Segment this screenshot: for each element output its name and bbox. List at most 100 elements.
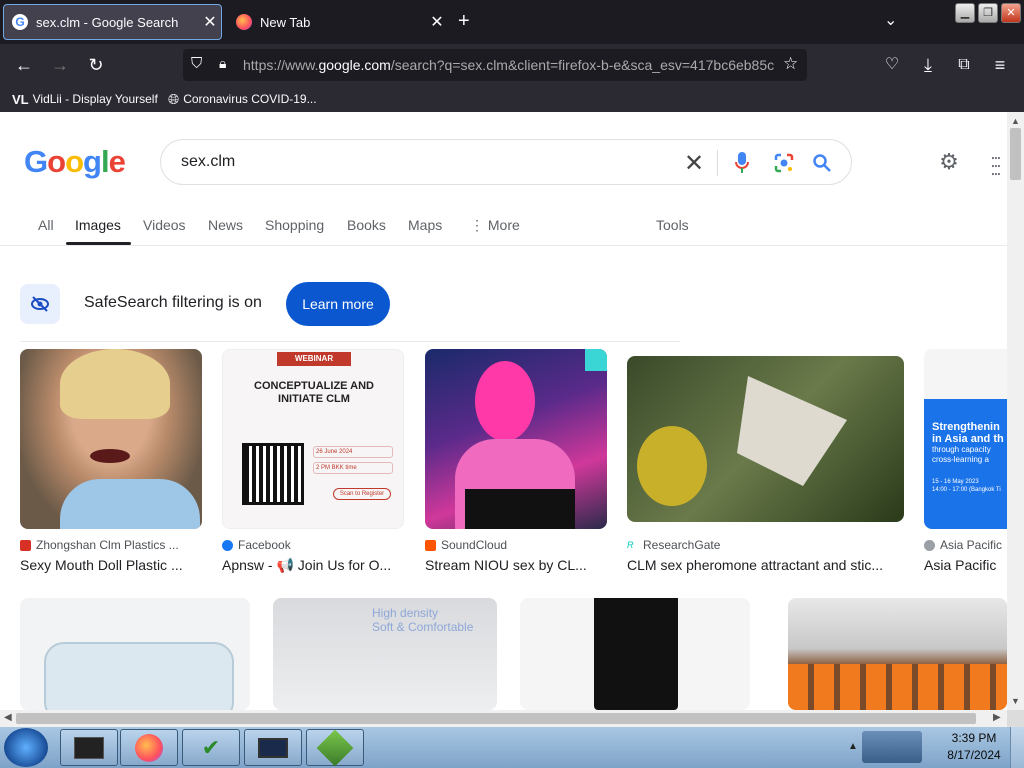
- active-tab-underline: [66, 242, 131, 245]
- voice-search-icon[interactable]: [727, 140, 757, 186]
- result-source: ResearchGate: [643, 538, 721, 552]
- bookmark-vidlii[interactable]: VL VidLii - Display Yourself: [12, 90, 158, 108]
- close-window-icon[interactable]: ✕: [1001, 3, 1021, 23]
- settings-gear-icon[interactable]: ⚙: [936, 149, 962, 175]
- safesearch-banner: SafeSearch filtering is on Learn more: [20, 282, 680, 342]
- forward-icon[interactable]: →: [48, 53, 72, 77]
- tab-title: New Tab: [260, 14, 311, 30]
- tray-network-icon[interactable]: [862, 731, 922, 763]
- bookmark-star-icon[interactable]: ☆: [779, 54, 799, 74]
- show-hidden-icons-icon[interactable]: ▲: [848, 741, 858, 752]
- webinar-heading: CONCEPTUALIZE AND INITIATE CLM: [254, 380, 374, 405]
- result-thumbnail[interactable]: [20, 349, 202, 529]
- lock-icon[interactable]: 🔒︎: [219, 55, 226, 72]
- bookmark-covid[interactable]: 🌐︎ Coronavirus COVID-19...: [168, 90, 317, 108]
- google-logo[interactable]: Google: [24, 144, 126, 180]
- tab-books[interactable]: Books: [347, 217, 386, 233]
- back-icon[interactable]: ←: [12, 53, 36, 77]
- list-tabs-icon[interactable]: ⌄: [884, 10, 897, 30]
- tab-videos[interactable]: Videos: [143, 217, 186, 233]
- scroll-right-icon[interactable]: ▶: [993, 712, 1001, 723]
- tab-more[interactable]: ⋮ More: [470, 217, 520, 234]
- result-thumbnail[interactable]: [594, 598, 678, 710]
- downloads-icon[interactable]: ⤓: [916, 53, 940, 77]
- close-tab-icon[interactable]: ✕: [199, 12, 221, 32]
- cube-icon: [316, 729, 354, 766]
- start-button-icon[interactable]: [4, 728, 48, 767]
- tab-maps[interactable]: Maps: [408, 217, 442, 233]
- image-result[interactable]: [20, 598, 250, 710]
- tab-images[interactable]: Images: [75, 217, 121, 233]
- result-caption[interactable]: Sexy Mouth Doll Plastic ...: [20, 557, 202, 573]
- shield-icon[interactable]: ⛉: [191, 55, 202, 72]
- navigation-toolbar: ← → ↻ ⛉ 🔒︎ https://www. google.com/search…: [0, 44, 1024, 86]
- result-thumbnail[interactable]: Strengthenin in Asia and th through capa…: [924, 349, 1007, 529]
- firefox-icon: [135, 733, 163, 762]
- result-caption[interactable]: CLM sex pheromone attractant and stic...: [627, 557, 904, 573]
- learn-more-button[interactable]: Learn more: [286, 282, 390, 326]
- safesearch-text: SafeSearch filtering is on: [84, 294, 262, 311]
- result-source: Facebook: [238, 538, 291, 552]
- search-type-tabs: All Images Videos News Shopping Books Ma…: [0, 208, 1007, 246]
- taskbar: ✔ ▲ 3:39 PM 8/17/2024: [0, 727, 1024, 768]
- horizontal-scroll-thumb[interactable]: [16, 713, 976, 724]
- tab-google-search[interactable]: G sex.clm - Google Search ✕: [3, 4, 222, 40]
- asia-line4: cross-learning a: [932, 455, 989, 464]
- close-tab-icon[interactable]: ✕: [426, 12, 448, 32]
- url-bar[interactable]: ⛉ 🔒︎ https://www. google.com/search?q=sex…: [183, 49, 807, 81]
- tab-news[interactable]: News: [208, 217, 243, 233]
- image-result[interactable]: [520, 598, 750, 710]
- image-result[interactable]: High density Soft & Comfortable: [273, 598, 497, 710]
- result-caption[interactable]: Apnsw - 📢 Join Us for O...: [222, 557, 404, 574]
- clock-date[interactable]: 8/17/2024: [944, 748, 1004, 762]
- menu-icon[interactable]: ≡: [988, 53, 1012, 77]
- new-tab-icon[interactable]: +: [458, 10, 470, 33]
- result-thumbnail[interactable]: [627, 356, 904, 522]
- reload-icon[interactable]: ↻: [84, 53, 108, 77]
- extensions-icon[interactable]: ⧉: [952, 53, 976, 77]
- tab-tools[interactable]: Tools: [656, 217, 689, 233]
- result-caption[interactable]: Asia Pacific: [924, 557, 1007, 573]
- tab-shopping[interactable]: Shopping: [265, 217, 324, 233]
- taskbar-app-firefox[interactable]: [120, 729, 178, 766]
- logo-letter: e: [108, 144, 126, 179]
- vertical-scroll-thumb[interactable]: [1010, 128, 1021, 180]
- vertical-scrollbar[interactable]: ▲ ▼: [1007, 112, 1024, 710]
- restore-window-icon[interactable]: ❐: [978, 3, 998, 23]
- search-box[interactable]: sex.clm ✕: [160, 139, 852, 185]
- tab-all[interactable]: All: [38, 217, 54, 233]
- show-desktop-button[interactable]: [1010, 727, 1024, 768]
- row2-text-line1: High density: [372, 606, 439, 620]
- source-favicon-icon: [924, 539, 935, 551]
- result-thumbnail[interactable]: WEBINAR CONCEPTUALIZE AND INITIATE CLM 2…: [222, 349, 404, 529]
- asia-time: 14:00 - 17:00 (Bangkok Ti: [932, 487, 1001, 493]
- scroll-left-icon[interactable]: ◀: [4, 712, 12, 723]
- source-favicon-icon: R: [627, 539, 638, 551]
- google-apps-icon[interactable]: ∙∙∙ ∙∙∙ ∙∙∙: [982, 148, 1007, 182]
- image-result[interactable]: [788, 598, 1007, 710]
- clock-time[interactable]: 3:39 PM: [948, 731, 1000, 745]
- minimize-window-icon[interactable]: ▁: [955, 3, 975, 23]
- scrollbar-corner: [1007, 710, 1024, 727]
- clear-search-icon[interactable]: ✕: [679, 140, 709, 186]
- result-thumbnail[interactable]: [788, 664, 1007, 710]
- result-thumbnail[interactable]: [425, 349, 607, 529]
- logo-letter: g: [83, 144, 102, 179]
- result-caption[interactable]: Stream NIOU sex by CL...: [425, 557, 607, 573]
- asia-line1: Strengthenin: [932, 421, 1000, 433]
- taskbar-app-monitor[interactable]: [244, 729, 302, 766]
- pocket-icon[interactable]: ♡: [880, 53, 904, 77]
- taskbar-app-window[interactable]: [60, 729, 118, 766]
- scroll-up-icon[interactable]: ▲: [1011, 116, 1020, 126]
- scroll-down-icon[interactable]: ▼: [1011, 696, 1020, 706]
- search-submit-icon[interactable]: [807, 140, 837, 186]
- horizontal-scrollbar[interactable]: ◀ ▶: [0, 710, 1007, 727]
- taskbar-app-checklist[interactable]: ✔: [182, 729, 240, 766]
- search-query[interactable]: sex.clm: [181, 153, 235, 171]
- tab-new-tab[interactable]: New Tab ✕: [228, 4, 448, 40]
- webinar-badge: WEBINAR: [277, 352, 351, 366]
- taskbar-app-cube[interactable]: [306, 729, 364, 766]
- result-source: SoundCloud: [441, 538, 508, 552]
- result-thumbnail[interactable]: [44, 642, 234, 710]
- lens-search-icon[interactable]: [769, 140, 799, 186]
